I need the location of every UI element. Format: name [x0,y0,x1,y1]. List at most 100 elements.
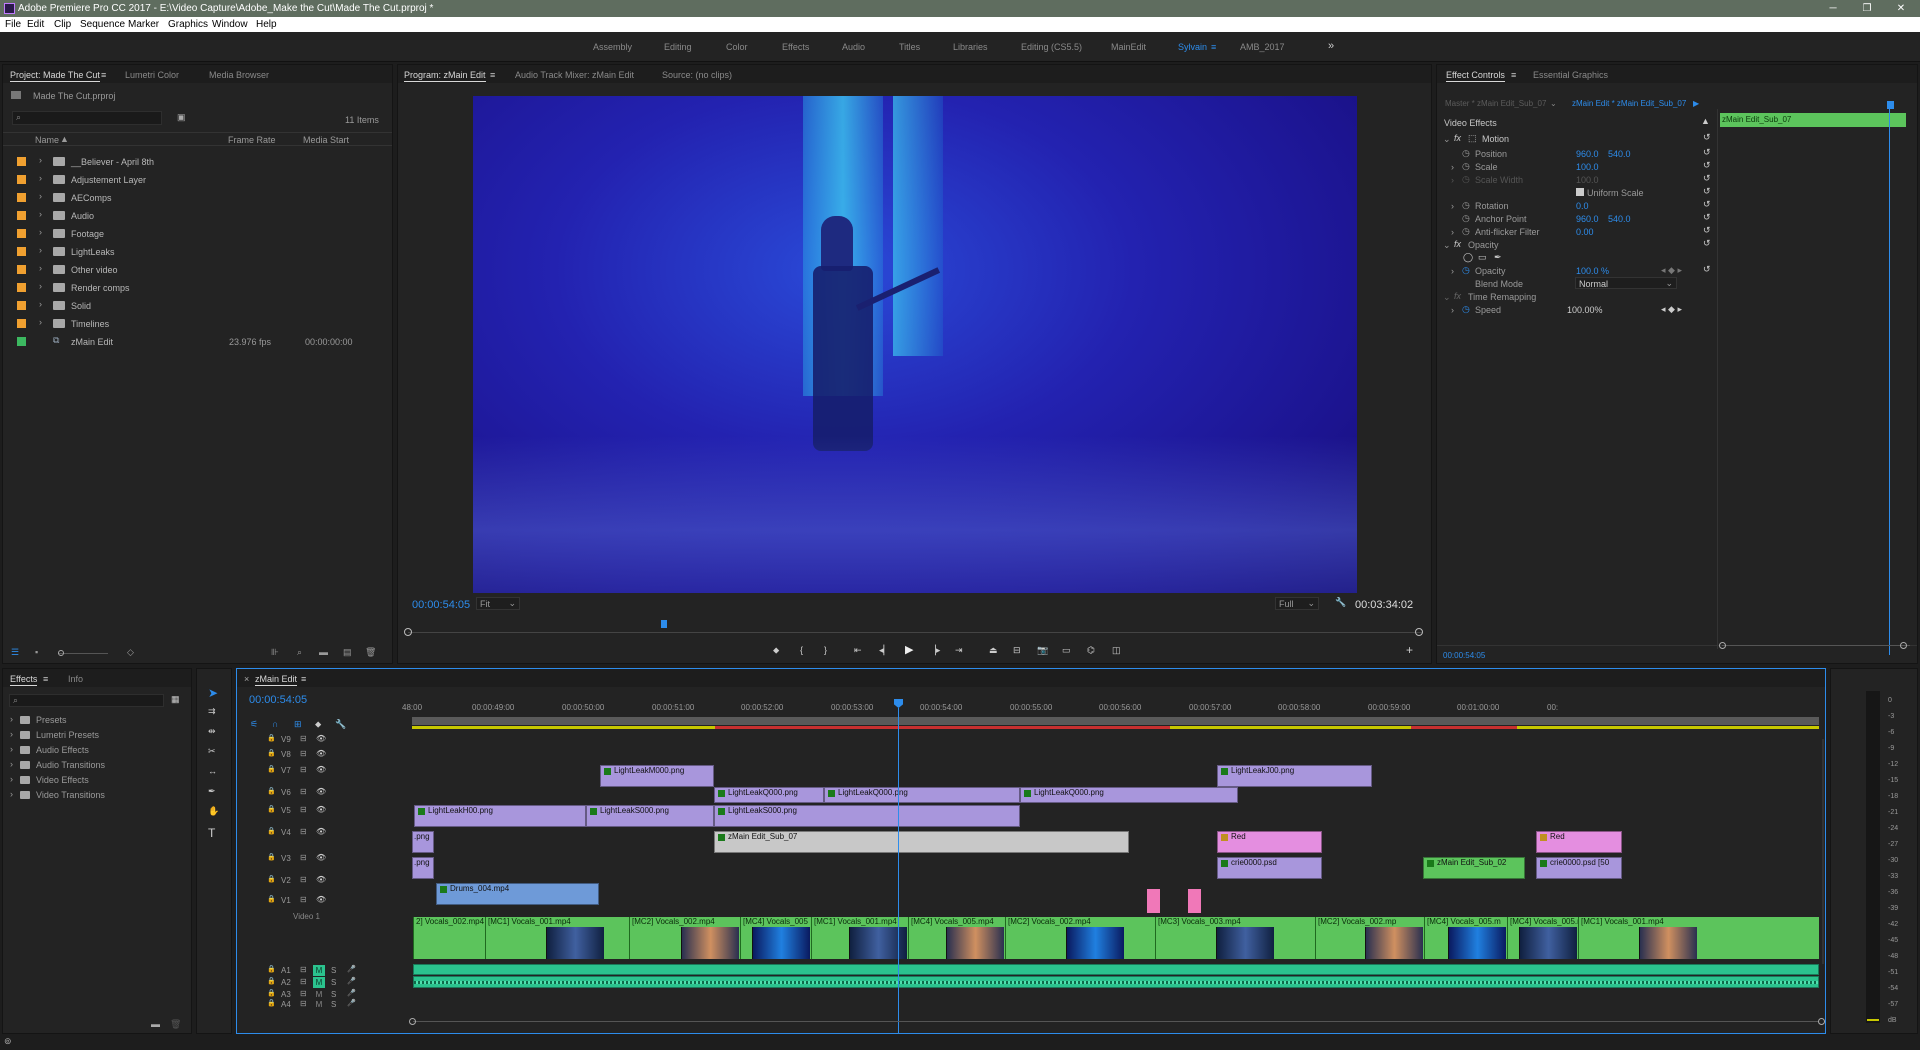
stopwatch-icon[interactable]: ◷ [1462,174,1470,185]
anti-flicker-value[interactable]: 0.00 [1576,227,1594,237]
expand-chevron-icon[interactable]: › [39,227,42,237]
add-marker-icon[interactable]: ⬥ [773,645,779,656]
collapse-icon[interactable]: ▲ [1701,116,1710,126]
ec-zoom-handle-end[interactable] [1900,642,1907,649]
effects-folder[interactable]: › Video Transitions [3,789,191,803]
settings-wrench-icon[interactable]: 🔧 [1335,597,1346,608]
export-frame-icon[interactable]: 📷 [1037,645,1048,656]
workspace-amb2017[interactable]: AMB_2017 [1240,42,1285,52]
playhead-scrub-bar[interactable] [408,632,1422,633]
panel-menu-icon[interactable]: ≡ [43,674,48,684]
panel-menu-icon[interactable]: ≡ [490,70,495,80]
expand-chevron-icon[interactable]: › [39,317,42,327]
clip[interactable]: LightLeakQ000.png [824,787,1020,803]
effects-folder[interactable]: › Video Effects [3,774,191,788]
expand-chevron-icon[interactable]: › [39,209,42,219]
project-item[interactable]: › __Believer - April 8th [3,154,392,172]
effects-folder[interactable]: › Audio Transitions [3,759,191,773]
label-color-swatch[interactable] [17,337,26,346]
expand-chevron-icon[interactable]: › [10,744,13,754]
menu-marker[interactable]: Marker [128,17,159,32]
compare-view-icon[interactable]: ◫ [1112,645,1121,656]
workspace-assembly[interactable]: Assembly [593,42,632,52]
expand-chevron-icon[interactable]: › [39,245,42,255]
accelerated-effects-icon[interactable]: ▦ [171,694,180,705]
workspace-color[interactable]: Color [726,42,748,52]
position-x-value[interactable]: 960.0 [1576,149,1599,159]
step-forward-icon[interactable]: ▕▸ [929,645,940,656]
clip[interactable]: LightLeakS000.png [714,805,1020,827]
ripple-edit-tool-icon[interactable]: ⇹ [208,726,216,737]
go-to-in-icon[interactable]: ⇤ [854,645,862,656]
tab-effect-controls[interactable]: Effect Controls [1446,70,1505,82]
timeline-zoom-handle-start[interactable] [409,1018,416,1025]
workspace-audio[interactable]: Audio [842,42,865,52]
expand-icon[interactable]: › [1451,162,1454,172]
stopwatch-active-icon[interactable]: ◷ [1462,265,1470,276]
ellipse-mask-icon[interactable]: ◯ [1463,252,1473,263]
button-editor-icon[interactable]: + [1406,643,1413,657]
menu-help[interactable]: Help [256,17,277,32]
expand-motion-icon[interactable]: ⌄ [1443,134,1451,145]
master-clip-label[interactable]: Master * zMain Edit_Sub_07 [1445,99,1546,108]
list-view-icon[interactable]: ☰ [11,647,19,658]
find-icon[interactable]: ⌕ [297,647,302,658]
label-color-swatch[interactable] [17,319,26,328]
expand-chevron-icon[interactable]: › [10,714,13,724]
reset-icon[interactable]: ↺ [1703,238,1711,249]
timeline-playhead[interactable] [894,699,903,708]
label-color-swatch[interactable] [17,283,26,292]
new-bin-icon[interactable]: ▬ [319,647,328,657]
stopwatch-icon[interactable]: ◷ [1462,200,1470,211]
play-button-icon[interactable]: ▶ [905,643,913,656]
audio-clip-a1[interactable] [413,964,1819,975]
col-name[interactable]: Name [35,135,59,145]
clip[interactable]: LightLeakH00.png [414,805,586,827]
project-item[interactable]: › Solid [3,298,392,316]
new-bin-icon[interactable]: ▣ [177,112,186,123]
workspace-editing[interactable]: Editing [664,42,692,52]
safe-margins-icon[interactable]: ▭ [1062,645,1071,656]
anchor-y-value[interactable]: 540.0 [1608,214,1631,224]
hand-tool-icon[interactable]: ✋ [208,806,219,817]
panel-menu-icon[interactable]: ≡ [101,70,106,80]
panel-menu-icon[interactable]: ≡ [1511,70,1516,80]
automate-icon[interactable]: ⊪ [271,647,279,658]
reset-icon[interactable]: ↺ [1703,199,1711,210]
stopwatch-icon[interactable]: ◷ [1462,213,1470,224]
project-item[interactable]: › Timelines [3,316,392,334]
clip[interactable]: zMain Edit_Sub_02 [1423,857,1525,879]
scale-width-value[interactable]: 100.0 [1576,175,1599,185]
zoom-slider-handle[interactable] [58,650,64,656]
chevron-down-icon[interactable]: ⌄ [1550,99,1557,108]
label-color-swatch[interactable] [17,157,26,166]
speed-value[interactable]: 100.00% [1567,305,1603,315]
project-item[interactable]: › Other video [3,262,392,280]
reset-icon[interactable]: ↺ [1703,212,1711,223]
effects-folder[interactable]: › Presets [3,714,191,728]
workspace-libraries[interactable]: Libraries [953,42,988,52]
menu-window[interactable]: Window [212,17,248,32]
expand-chevron-icon[interactable]: › [10,774,13,784]
project-item[interactable]: › AEComps [3,190,392,208]
expand-icon[interactable]: › [1451,201,1454,211]
tab-program[interactable]: Program: zMain Edit [404,70,486,82]
multicam-clip[interactable]: [MC4] Vocals_005.m [1424,917,1507,959]
expand-chevron-icon[interactable]: › [39,191,42,201]
expand-icon[interactable]: › [1451,305,1454,315]
workspace-menu-icon[interactable]: ≡ [1211,42,1216,52]
keyframe-nav-icon[interactable]: ◂ ◆ ▸ [1661,304,1682,315]
clip[interactable]: .png [412,857,434,879]
reset-icon[interactable]: ↺ [1703,147,1711,158]
multicam-clip[interactable]: [MC4] Vocals_005.mp4 [1507,917,1578,959]
project-item[interactable]: › LightLeaks [3,244,392,262]
expand-chevron-icon[interactable]: › [10,759,13,769]
expand-chevron-icon[interactable]: › [10,729,13,739]
clip[interactable]: .png [412,831,434,853]
expand-chevron-icon[interactable]: › [39,281,42,291]
tab-effects[interactable]: Effects [10,674,38,686]
clip[interactable]: zMain Edit_Sub_07 [714,831,1129,853]
expand-chevron-icon[interactable]: › [39,173,42,183]
project-item[interactable]: › Adjustement Layer [3,172,392,190]
extract-icon[interactable]: ⊟ [1013,645,1021,656]
